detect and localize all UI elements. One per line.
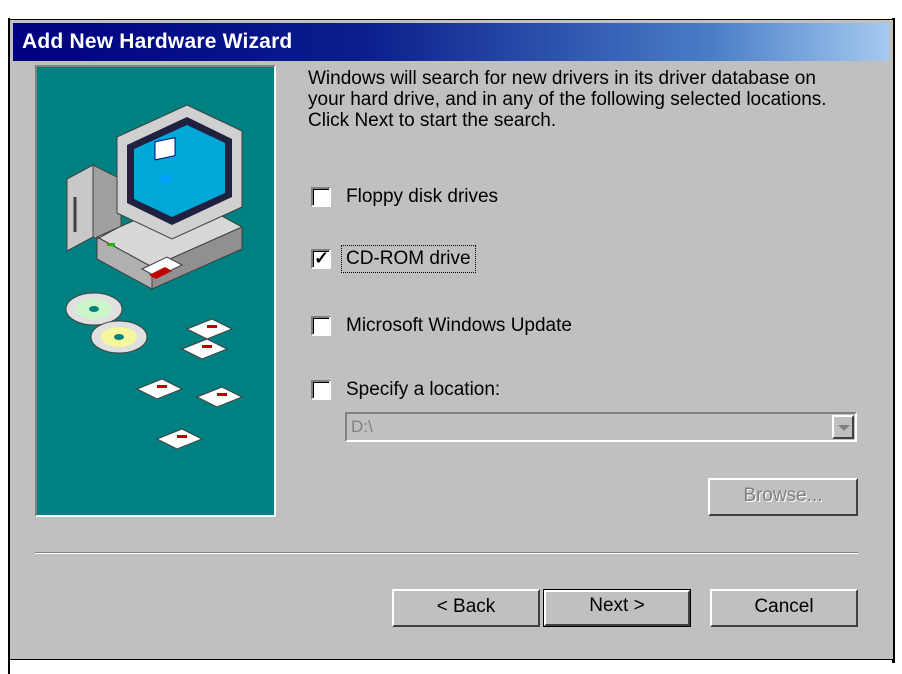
floppy-checkbox[interactable] [311, 187, 331, 207]
checkmark-icon: ✓ [314, 248, 330, 268]
title-bar[interactable]: Add New Hardware Wizard [13, 23, 889, 61]
combobox-dropdown-button[interactable] [832, 415, 854, 439]
chevron-down-icon [838, 425, 850, 431]
location-combobox[interactable]: D:\ [345, 412, 857, 442]
windows-update-checkbox[interactable] [311, 316, 331, 336]
computer-and-disks-icon [65, 104, 244, 450]
next-button[interactable]: Next > [543, 589, 691, 627]
next-button-label: Next > [589, 595, 645, 616]
cdrom-checkbox[interactable]: ✓ [311, 248, 331, 269]
cancel-button[interactable]: Cancel [710, 589, 858, 627]
wizard-illustration [35, 65, 276, 517]
separator [35, 552, 858, 554]
cdrom-label[interactable]: CD-ROM drive [341, 245, 476, 273]
windows-update-label[interactable]: Microsoft Windows Update [346, 315, 572, 337]
window-title: Add New Hardware Wizard [22, 30, 293, 53]
wizard-description: Windows will search for new drivers in i… [308, 68, 827, 131]
location-value: D:\ [351, 417, 373, 436]
specify-location-label[interactable]: Specify a location: [346, 379, 500, 401]
specify-location-checkbox[interactable] [311, 380, 331, 400]
back-button[interactable]: < Back [392, 589, 540, 627]
browse-button[interactable]: Browse... [708, 478, 858, 516]
floppy-label[interactable]: Floppy disk drives [346, 186, 498, 208]
